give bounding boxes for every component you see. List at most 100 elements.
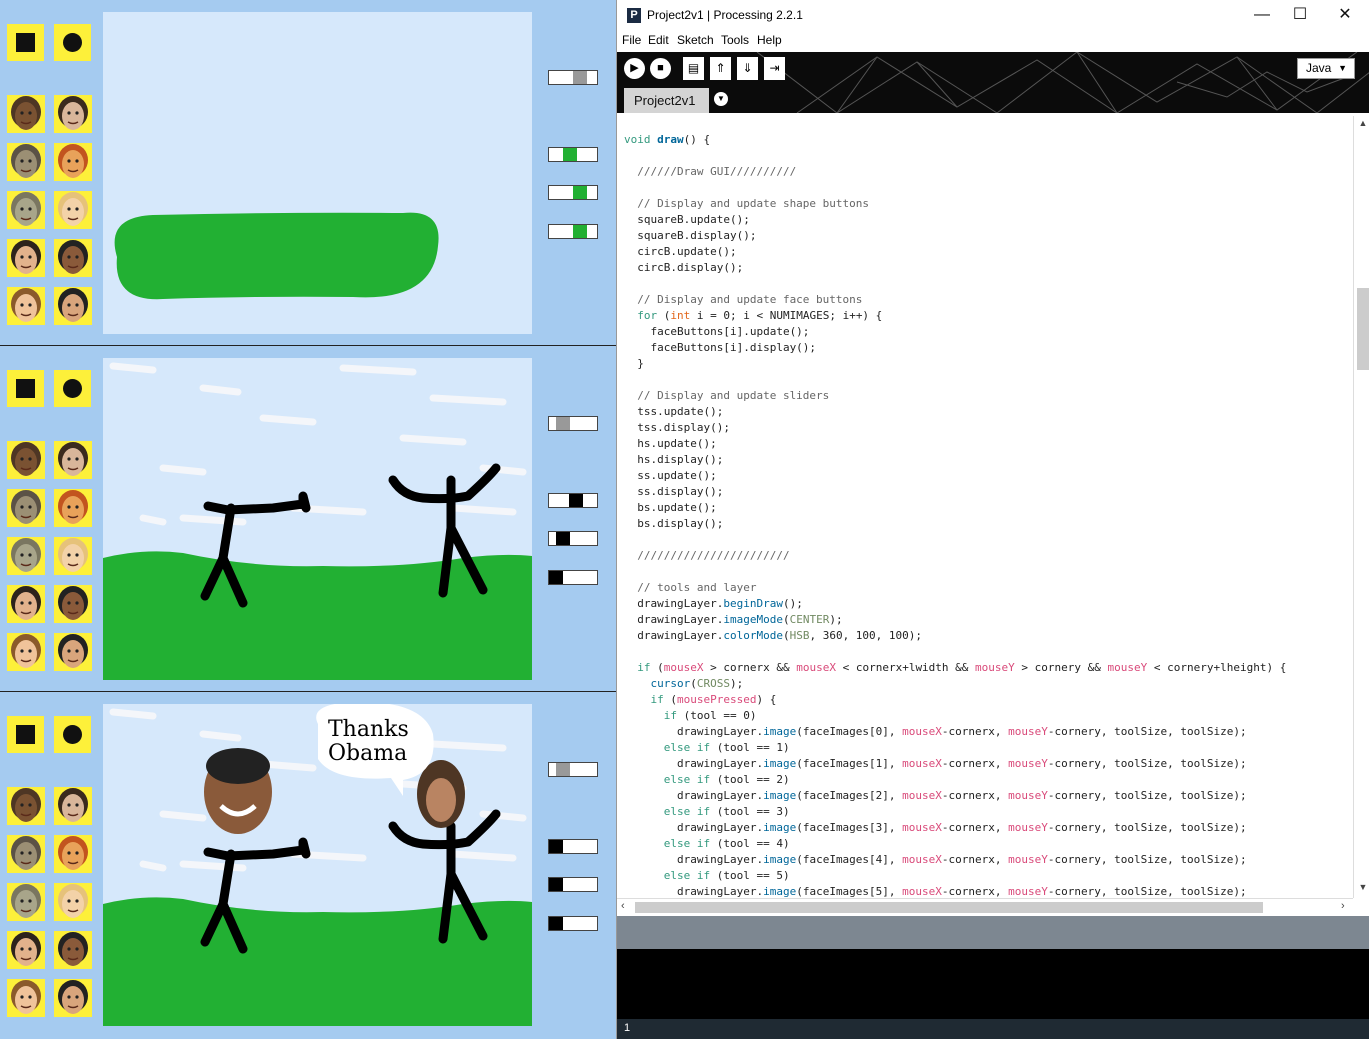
square-shape-button[interactable]	[7, 716, 44, 753]
slider-thumb[interactable]	[573, 186, 587, 199]
face-portrait-icon	[58, 932, 88, 966]
face-button-0[interactable]	[7, 95, 45, 133]
face-button-9[interactable]	[54, 979, 92, 1017]
face-button-0[interactable]	[7, 441, 45, 479]
saturation-slider[interactable]	[548, 185, 598, 200]
code-line: //////Draw GUI//////////	[624, 165, 797, 178]
size-slider[interactable]	[548, 762, 598, 777]
size-slider[interactable]	[548, 70, 598, 85]
face-button-7[interactable]	[54, 239, 92, 277]
face-button-4[interactable]	[7, 883, 45, 921]
face-button-5[interactable]	[54, 883, 92, 921]
stop-button[interactable]: ■	[650, 58, 671, 79]
face-button-6[interactable]	[7, 931, 45, 969]
face-button-8[interactable]	[7, 633, 45, 671]
face-button-3[interactable]	[54, 489, 92, 527]
horizontal-scroll-thumb[interactable]	[635, 902, 1263, 913]
close-button[interactable]: ✕	[1325, 4, 1365, 26]
scroll-right-icon[interactable]: ›	[1341, 900, 1345, 912]
menu-sketch[interactable]: Sketch	[677, 33, 714, 47]
face-button-0[interactable]	[7, 787, 45, 825]
console[interactable]	[617, 949, 1369, 1019]
face-button-7[interactable]	[54, 585, 92, 623]
circle-shape-button[interactable]	[54, 24, 91, 61]
stick-figure-2-arms	[388, 463, 501, 504]
menu-edit[interactable]: Edit	[648, 33, 669, 47]
hue-slider[interactable]	[548, 147, 598, 162]
open-button[interactable]: ⇑	[710, 57, 731, 80]
slider-thumb[interactable]	[573, 225, 587, 238]
slider-thumb[interactable]	[556, 532, 570, 545]
face-button-6[interactable]	[7, 239, 45, 277]
face-button-7[interactable]	[54, 931, 92, 969]
face-button-1[interactable]	[54, 95, 92, 133]
size-slider[interactable]	[548, 416, 598, 431]
slider-thumb[interactable]	[563, 148, 577, 161]
menu-tools[interactable]: Tools	[721, 33, 749, 47]
cloud-stroke	[399, 434, 467, 446]
tab-menu-button[interactable]: ▼	[714, 92, 728, 106]
slider-thumb[interactable]	[549, 878, 563, 891]
slider-thumb[interactable]	[549, 840, 563, 853]
face-button-2[interactable]	[7, 143, 45, 181]
maximize-button[interactable]: ☐	[1280, 4, 1320, 26]
face-button-3[interactable]	[54, 835, 92, 873]
slider-thumb[interactable]	[549, 917, 563, 930]
code-editor[interactable]: void draw() { //////Draw GUI////////// /…	[617, 116, 1353, 898]
square-shape-button[interactable]	[7, 24, 44, 61]
brightness-slider[interactable]	[548, 570, 598, 585]
code-line: drawingLayer.beginDraw();	[624, 597, 803, 610]
scroll-up-icon[interactable]: ▲	[1357, 118, 1369, 128]
square-shape-button[interactable]	[7, 370, 44, 407]
slider-thumb[interactable]	[556, 763, 570, 776]
horizontal-scrollbar[interactable]: ‹ ›	[617, 898, 1353, 916]
saturation-slider[interactable]	[548, 877, 598, 892]
new-button[interactable]: ▤	[683, 57, 704, 80]
slider-thumb[interactable]	[569, 494, 583, 507]
face-button-9[interactable]	[54, 287, 92, 325]
cloud-stroke	[139, 860, 167, 872]
brightness-slider[interactable]	[548, 224, 598, 239]
circle-shape-button[interactable]	[54, 370, 91, 407]
code-line: else if (tool == 3)	[663, 805, 790, 818]
brightness-slider[interactable]	[548, 916, 598, 931]
tab-project2v1[interactable]: Project2v1	[624, 88, 709, 113]
face-button-4[interactable]	[7, 537, 45, 575]
face-button-1[interactable]	[54, 441, 92, 479]
save-button[interactable]: ⇓	[737, 57, 758, 80]
minimize-button[interactable]: —	[1242, 4, 1282, 26]
code-line: if (mouseX > cornerx && mouseX < cornerx…	[637, 661, 1287, 674]
hue-slider[interactable]	[548, 493, 598, 508]
face-button-3[interactable]	[54, 143, 92, 181]
saturation-slider[interactable]	[548, 531, 598, 546]
drawing-canvas[interactable]	[103, 358, 532, 680]
face-button-8[interactable]	[7, 287, 45, 325]
face-button-5[interactable]	[54, 537, 92, 575]
vertical-scroll-thumb[interactable]	[1357, 288, 1369, 370]
drawing-canvas[interactable]	[103, 12, 532, 334]
face-button-2[interactable]	[7, 835, 45, 873]
face-button-8[interactable]	[7, 979, 45, 1017]
slider-thumb[interactable]	[549, 571, 563, 584]
hue-slider[interactable]	[548, 839, 598, 854]
slider-thumb[interactable]	[556, 417, 570, 430]
face-button-1[interactable]	[54, 787, 92, 825]
code-text[interactable]: void draw() { //////Draw GUI////////// /…	[624, 132, 1286, 898]
code-line: // Display and update shape buttons	[624, 197, 870, 210]
face-button-2[interactable]	[7, 489, 45, 527]
drawing-canvas[interactable]: Thanks Obama	[103, 704, 532, 1026]
mode-selector[interactable]: Java ▼	[1297, 58, 1355, 79]
run-button[interactable]: ▶	[624, 58, 645, 79]
export-button[interactable]: ⇥	[764, 57, 785, 80]
scroll-left-icon[interactable]: ‹	[621, 900, 625, 912]
face-button-6[interactable]	[7, 585, 45, 623]
face-button-4[interactable]	[7, 191, 45, 229]
scroll-down-icon[interactable]: ▼	[1357, 882, 1369, 892]
menu-file[interactable]: File	[622, 33, 641, 47]
menu-help[interactable]: Help	[757, 33, 782, 47]
face-button-9[interactable]	[54, 633, 92, 671]
face-button-5[interactable]	[54, 191, 92, 229]
circle-shape-button[interactable]	[54, 716, 91, 753]
vertical-scrollbar[interactable]: ▲ ▼	[1353, 116, 1369, 898]
slider-thumb[interactable]	[573, 71, 587, 84]
